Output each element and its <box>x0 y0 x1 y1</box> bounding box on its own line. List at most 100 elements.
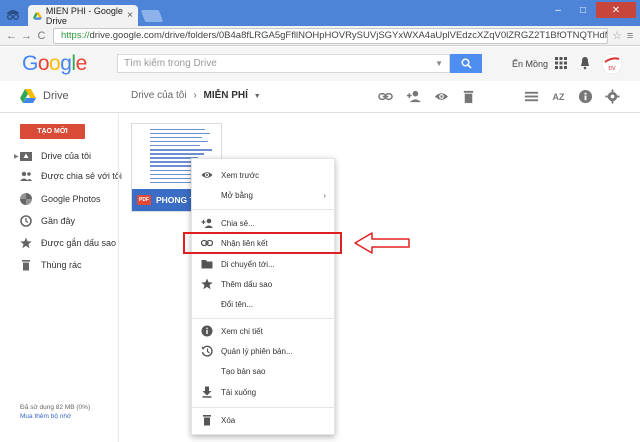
bookmark-star-icon[interactable]: ☆ <box>610 29 624 42</box>
breadcrumb-current[interactable]: MIỄN PHÍ <box>203 90 247 101</box>
menu-item-label: Xem trước <box>221 170 260 180</box>
google-logo[interactable]: Google <box>22 52 87 76</box>
user-name[interactable]: Ến Mồng <box>512 59 548 69</box>
sidebar-divider <box>118 113 119 442</box>
my-drive-icon <box>20 152 32 161</box>
sidebar-item-label: Gần đây <box>41 216 76 226</box>
trash-icon <box>203 415 211 426</box>
expand-arrow-icon[interactable]: ▶ <box>14 153 19 160</box>
add-person-icon <box>201 218 213 228</box>
tab-title: MIEN PHI - Google Drive <box>45 5 123 26</box>
back-button[interactable]: ← <box>4 30 19 42</box>
menu-item-delete[interactable]: Xóa <box>192 412 336 428</box>
sidebar-item-starred[interactable]: Được gắn dấu sao <box>20 235 116 251</box>
pdf-badge: PDF <box>137 195 151 205</box>
menu-item-label: Tạo bản sao <box>221 366 266 376</box>
window-controls: – □ ✕ <box>546 2 636 18</box>
menu-item-star[interactable]: Thêm dấu sao <box>192 276 336 292</box>
reload-button[interactable]: C <box>34 30 49 42</box>
avatar[interactable]: ĐV <box>601 53 623 75</box>
search-input[interactable]: Tìm kiếm trong Drive ▼ <box>117 54 450 73</box>
url-field[interactable]: https://drive.google.com/drive/folders/0… <box>53 27 608 44</box>
star-icon <box>20 237 32 249</box>
notifications-bell-icon[interactable] <box>580 56 590 70</box>
tab-close-icon[interactable]: × <box>127 10 133 21</box>
browser-menu-icon[interactable]: ≡ <box>624 30 636 42</box>
menu-item-label: Mở bằng <box>221 190 253 200</box>
breadcrumb: Drive của tôi › MIỄN PHÍ ▼ <box>131 90 261 101</box>
menu-item-download[interactable]: Tải xuống <box>192 384 336 400</box>
storage-info: Đã sử dụng 82 MB (0%) Mua thêm bộ nhớ <box>20 403 90 421</box>
logo-letter: o <box>49 52 61 75</box>
menu-item-label: Di chuyển tới... <box>221 259 275 269</box>
maximize-button[interactable]: □ <box>571 2 595 18</box>
menu-item-preview[interactable]: Xem trước <box>192 167 336 183</box>
forward-button[interactable]: → <box>19 30 34 42</box>
trash-icon <box>22 260 30 271</box>
breadcrumb-root[interactable]: Drive của tôi <box>131 90 187 101</box>
info-icon[interactable] <box>578 89 593 104</box>
menu-item-label: Đổi tên... <box>221 299 254 309</box>
menu-item-label: Xem chi tiết <box>221 326 263 336</box>
chevron-right-icon: › <box>323 190 326 200</box>
sidebar-item-label: Thùng rác <box>41 260 82 270</box>
trash-icon[interactable] <box>461 89 476 104</box>
menu-item-label: Quản lý phiên bản... <box>221 346 293 356</box>
drive-title[interactable]: Drive <box>43 90 69 102</box>
breadcrumb-separator: › <box>193 90 197 101</box>
chevron-down-icon[interactable]: ▼ <box>254 93 261 100</box>
svg-text:ĐV: ĐV <box>608 66 616 72</box>
sidebar-item-recent[interactable]: Gần đây <box>20 213 75 229</box>
sidebar-item-trash[interactable]: Thùng rác <box>20 257 82 273</box>
menu-item-rename[interactable]: Đổi tên... <box>192 296 336 312</box>
search-button[interactable] <box>450 54 482 73</box>
storage-used-text: Đã sử dụng 82 MB (0%) <box>20 404 91 411</box>
logo-letter: G <box>22 52 38 75</box>
drive-favicon-icon <box>33 11 42 20</box>
logo-letter: g <box>60 52 72 75</box>
sidebar-item-my-drive[interactable]: ▶ Drive của tôi <box>14 148 91 164</box>
apps-grid-icon[interactable] <box>555 57 567 69</box>
search-options-icon[interactable]: ▼ <box>435 59 443 68</box>
sidebar-item-photos[interactable]: Google Photos <box>20 191 101 207</box>
menu-item-open-with[interactable]: Mở bằng › <box>192 187 336 203</box>
new-tab-button[interactable] <box>140 10 164 22</box>
settings-icon[interactable] <box>605 89 620 104</box>
menu-separator <box>192 407 336 408</box>
menu-item-copy[interactable]: Tạo bản sao <box>192 363 336 379</box>
eye-icon <box>201 172 213 178</box>
star-icon <box>201 278 213 290</box>
download-icon <box>202 386 212 398</box>
sort-az-icon[interactable]: AZ <box>551 89 566 104</box>
menu-item-label: Xóa <box>221 415 236 425</box>
drive-toolbar: Drive Drive của tôi › MIỄN PHÍ ▼ AZ <box>0 81 640 113</box>
logo-letter: e <box>75 52 88 75</box>
sidebar-item-label: Google Photos <box>41 194 101 204</box>
url-scheme: https:// <box>61 30 90 41</box>
search-icon <box>460 58 472 69</box>
link-icon[interactable] <box>378 89 393 104</box>
info-icon <box>201 325 213 337</box>
eye-icon[interactable] <box>434 89 449 104</box>
context-menu: Xem trước Mở bằng › Chia sẻ... Nhận liên… <box>191 158 336 435</box>
menu-item-details[interactable]: Xem chi tiết <box>192 323 336 339</box>
menu-separator <box>192 318 336 319</box>
shared-icon <box>20 171 32 181</box>
drive-logo-icon[interactable] <box>20 89 36 103</box>
new-button[interactable]: TẠO MỚI <box>20 124 85 139</box>
buy-storage-link[interactable]: Mua thêm bộ nhớ <box>20 412 90 421</box>
photos-icon <box>20 193 32 205</box>
menu-item-move[interactable]: Di chuyển tới... <box>192 256 336 272</box>
menu-item-share[interactable]: Chia sẻ... <box>192 215 336 231</box>
add-person-icon[interactable] <box>406 89 421 104</box>
menu-item-label: Thêm dấu sao <box>221 279 273 289</box>
close-window-button[interactable]: ✕ <box>596 2 636 18</box>
highlight-box <box>183 232 342 254</box>
browser-tab[interactable]: MIEN PHI - Google Drive × <box>28 5 138 26</box>
menu-separator <box>192 209 336 210</box>
list-view-icon[interactable] <box>524 89 539 104</box>
url-path: drive.google.com/drive/folders/0B4a8fLRG… <box>89 30 608 41</box>
sidebar-item-shared[interactable]: Được chia sẻ với tôi <box>20 168 122 184</box>
menu-item-versions[interactable]: Quản lý phiên bản... <box>192 343 336 359</box>
minimize-button[interactable]: – <box>546 2 570 18</box>
